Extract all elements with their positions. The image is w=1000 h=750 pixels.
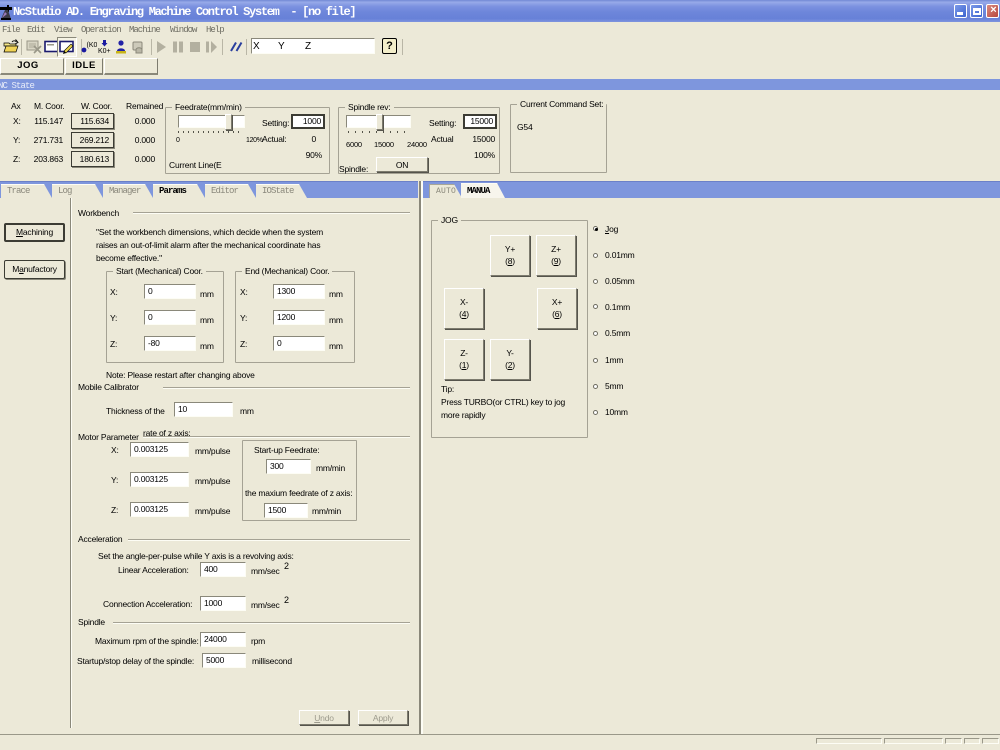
svg-text:(K0: (K0 — [87, 42, 98, 49]
svg-text:K0+: K0+ — [98, 48, 111, 55]
